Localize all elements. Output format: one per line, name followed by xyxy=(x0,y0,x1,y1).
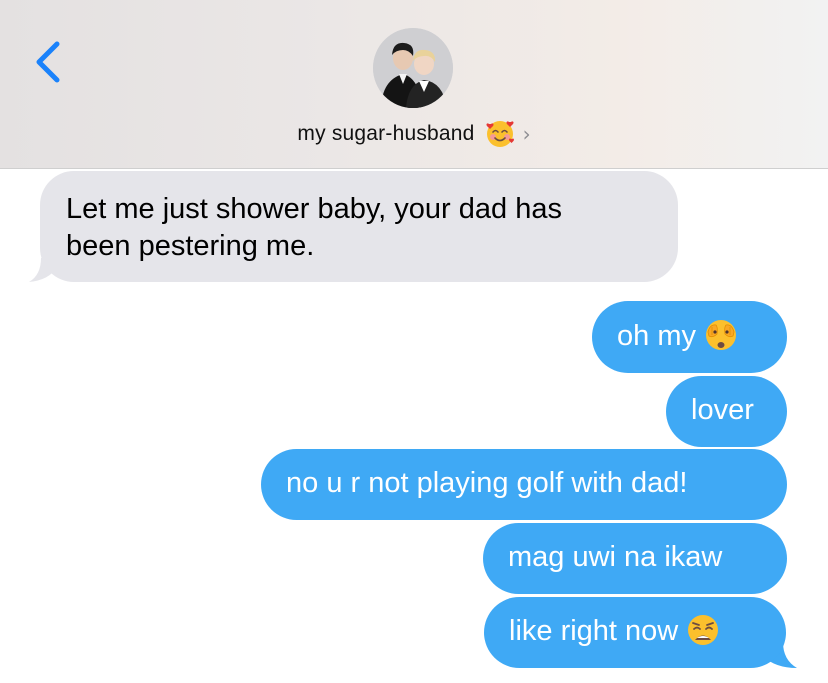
message-text: oh my xyxy=(617,320,696,352)
chevron-left-icon xyxy=(36,41,60,83)
message-text-line: been pestering me. xyxy=(66,230,315,262)
message-text-line: Let me just shower baby, your dad has xyxy=(66,193,562,225)
sent-message-bubble[interactable]: mag uwi na ikaw xyxy=(483,523,787,594)
chevron-right-icon: › xyxy=(522,122,531,146)
contact-name: my sugar-husband xyxy=(297,122,475,145)
face-with-hand-over-eyes-icon xyxy=(704,318,738,352)
contact-info-button[interactable]: my sugar-husband › xyxy=(0,114,828,154)
message-text: no u r not playing golf with dad! xyxy=(286,467,688,499)
contact-photo xyxy=(373,28,453,108)
sent-message-bubble[interactable]: like right now xyxy=(484,597,786,668)
received-message-bubble[interactable]: Let me just shower baby, your dad has be… xyxy=(40,171,678,282)
back-button[interactable] xyxy=(26,38,70,86)
message-text: lover xyxy=(691,394,754,426)
message-text: mag uwi na ikaw xyxy=(508,541,723,573)
weary-face-icon xyxy=(686,613,720,647)
message-text: like right now xyxy=(509,615,679,647)
smiling-face-with-hearts-icon xyxy=(485,119,515,149)
sent-message-bubble[interactable]: oh my xyxy=(592,301,787,373)
sent-message-bubble[interactable]: lover xyxy=(666,376,787,447)
sent-message-bubble[interactable]: no u r not playing golf with dad! xyxy=(261,449,787,520)
contact-avatar[interactable] xyxy=(373,28,453,108)
conversation-header: my sugar-husband › xyxy=(0,0,828,169)
